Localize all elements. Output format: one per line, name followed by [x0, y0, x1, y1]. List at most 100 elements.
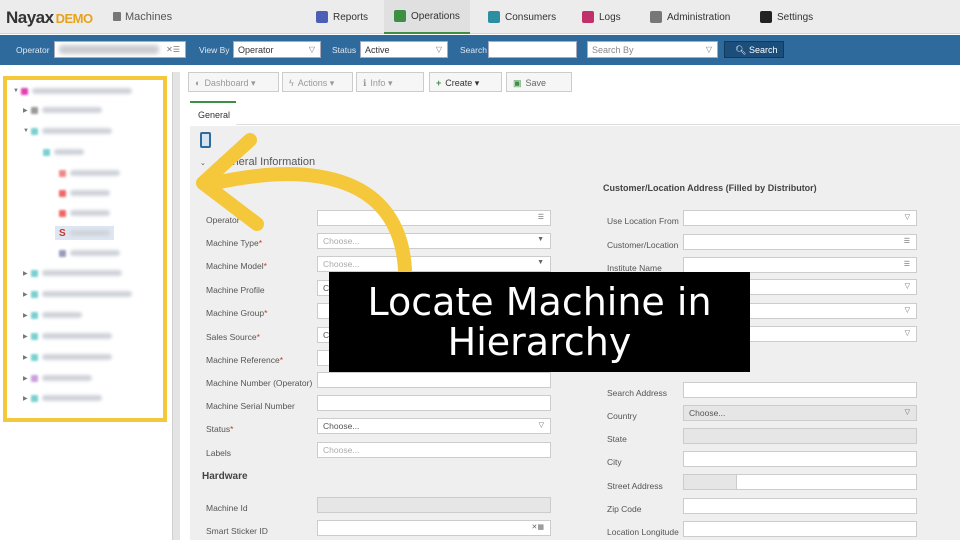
operator-label: Operator [16, 45, 50, 55]
app-name: Machines [113, 11, 172, 23]
machine-id-field[interactable] [317, 497, 551, 513]
machine-reference-label: Machine Reference* [206, 355, 284, 365]
chevron-down-icon[interactable]: ⌄ [200, 160, 206, 167]
chevron-down-icon: ▽ [904, 409, 910, 416]
tab-consumers[interactable]: Consumers [478, 0, 566, 34]
machine-hierarchy-tree[interactable]: ▼ ▶ ▼ S ▶ ▶ ▶ ▶ ▶ ▶ ▶ [3, 76, 167, 422]
machine-number-label: Machine Number (Operator) [206, 378, 313, 388]
machine-icon [113, 12, 121, 21]
tree-node[interactable]: ▶ [23, 331, 112, 341]
use-location-from-select[interactable]: ▽ [683, 210, 917, 226]
search-button[interactable]: 🔍︎ Search [724, 41, 784, 58]
plus-icon: + [436, 78, 442, 88]
machine-type-label: Machine Type* [206, 238, 263, 248]
sales-source-label: Sales Source* [206, 332, 260, 342]
street-address-field[interactable] [683, 474, 917, 490]
labels-field[interactable]: Choose... [317, 442, 551, 458]
tree-node[interactable]: ▶ [23, 289, 132, 299]
tree-node[interactable]: ▶ [23, 310, 82, 320]
tree-node[interactable] [43, 147, 84, 157]
machine-serial-label: Machine Serial Number [206, 401, 295, 411]
selected-machine-icon: S [59, 227, 66, 239]
tree-machine[interactable] [59, 188, 110, 198]
tree-node[interactable]: ▶ [23, 352, 112, 362]
panel-splitter[interactable] [172, 72, 180, 540]
city-field[interactable] [683, 451, 917, 467]
machine-type-select[interactable]: Choose... ▼ [317, 233, 551, 249]
status-field-select[interactable]: Choose... ▽ [317, 418, 551, 434]
zip-code-field[interactable] [683, 498, 917, 514]
caption-line-1: Locate Machine in [367, 280, 712, 324]
tree-machine[interactable] [59, 168, 120, 178]
list-icon[interactable]: ☰ [538, 213, 544, 221]
customer-location-label: Customer/Location [607, 240, 679, 250]
status-label: Status [332, 45, 357, 55]
tree-node[interactable]: ▶ [23, 373, 92, 383]
street-number-field[interactable] [684, 475, 737, 489]
search-by-select[interactable]: Search By ▽ [587, 41, 718, 58]
street-address-label: Street Address [607, 481, 663, 491]
machine-model-label: Machine Model* [206, 261, 267, 271]
status-field-label: Status* [206, 424, 234, 434]
tab-logs[interactable]: Logs [572, 0, 631, 34]
tab-reports[interactable]: Reports [306, 0, 378, 34]
tree-node[interactable]: ▶ [23, 268, 122, 278]
customer-address-title: Customer/Location Address (Filled by Dis… [603, 183, 817, 193]
nayax-logo[interactable]: Nayax DEMO [6, 8, 93, 28]
search-address-field[interactable] [683, 382, 917, 398]
smart-sticker-field[interactable]: ✕▦ [317, 520, 551, 536]
tree-machine[interactable] [59, 248, 120, 258]
save-button[interactable]: ▣ Save [506, 72, 572, 92]
create-button[interactable]: + Create ▾ [429, 72, 502, 92]
state-field[interactable] [683, 428, 917, 444]
operator-field[interactable]: ☰ [317, 210, 551, 226]
tree-node[interactable]: ▶ [23, 393, 102, 403]
list-icon[interactable]: ☰ [904, 237, 910, 245]
operator-input[interactable]: ✕☰ [54, 41, 186, 58]
caption-line-2: Hierarchy [447, 320, 632, 364]
tab-administration[interactable]: Administration [640, 0, 740, 34]
tree-machine[interactable] [59, 208, 110, 218]
top-navigation: Nayax DEMO Machines Reports Operations Co… [0, 0, 960, 34]
machine-model-select[interactable]: Choose... ▼ [317, 256, 551, 272]
hierarchy-icon [21, 87, 28, 95]
view-by-select[interactable]: Operator ▽ [233, 41, 321, 58]
dashboard-icon: ◐ [195, 78, 201, 88]
general-information-header[interactable]: ⌄ General Information [200, 156, 315, 168]
info-button[interactable]: ℹ Info ▾ [356, 72, 424, 92]
zip-code-label: Zip Code [607, 504, 642, 514]
tree-node[interactable]: ▼ [23, 126, 112, 136]
search-input[interactable] [488, 41, 577, 58]
clear-list-icon[interactable]: ✕☰ [166, 45, 180, 54]
tab-operations[interactable]: Operations [384, 0, 470, 34]
settings-icon [760, 11, 772, 23]
tree-machine-selected[interactable]: S [55, 226, 114, 240]
machine-number-field[interactable] [317, 372, 551, 388]
chevron-down-icon: ▼ [537, 259, 544, 266]
chevron-down-icon: ▽ [904, 307, 910, 314]
location-longitude-field[interactable] [683, 521, 917, 537]
tree-root[interactable]: ▼ [13, 86, 132, 96]
country-select[interactable]: Choose... ▽ [683, 405, 917, 421]
operator-field-label: Operator* [206, 215, 243, 225]
smart-sticker-label: Smart Sticker ID [206, 526, 268, 536]
operations-icon [394, 10, 406, 22]
customer-location-field[interactable]: ☰ [683, 234, 917, 250]
qr-scan-icon[interactable]: ✕▦ [532, 523, 544, 531]
country-label: Country [607, 411, 637, 421]
tab-general[interactable]: General [190, 101, 236, 125]
tree-node[interactable]: ▶ [23, 105, 102, 115]
expand-arrow-icon[interactable]: ▼ [13, 88, 21, 94]
machine-device-icon [200, 132, 211, 148]
chevron-down-icon: ▽ [705, 45, 712, 54]
actions-button[interactable]: ϟ Actions ▾ [282, 72, 353, 92]
institute-name-field[interactable]: ☰ [683, 257, 917, 273]
tab-settings[interactable]: Settings [750, 0, 823, 34]
list-icon[interactable]: ☰ [904, 260, 910, 268]
location-longitude-label: Location Longitude [607, 527, 679, 537]
search-label: Search [460, 45, 487, 55]
machine-serial-field[interactable] [317, 395, 551, 411]
dashboard-button[interactable]: ◐ Dashboard ▾ [188, 72, 279, 92]
status-select[interactable]: Active ▽ [360, 41, 448, 58]
view-by-label: View By [199, 45, 230, 55]
